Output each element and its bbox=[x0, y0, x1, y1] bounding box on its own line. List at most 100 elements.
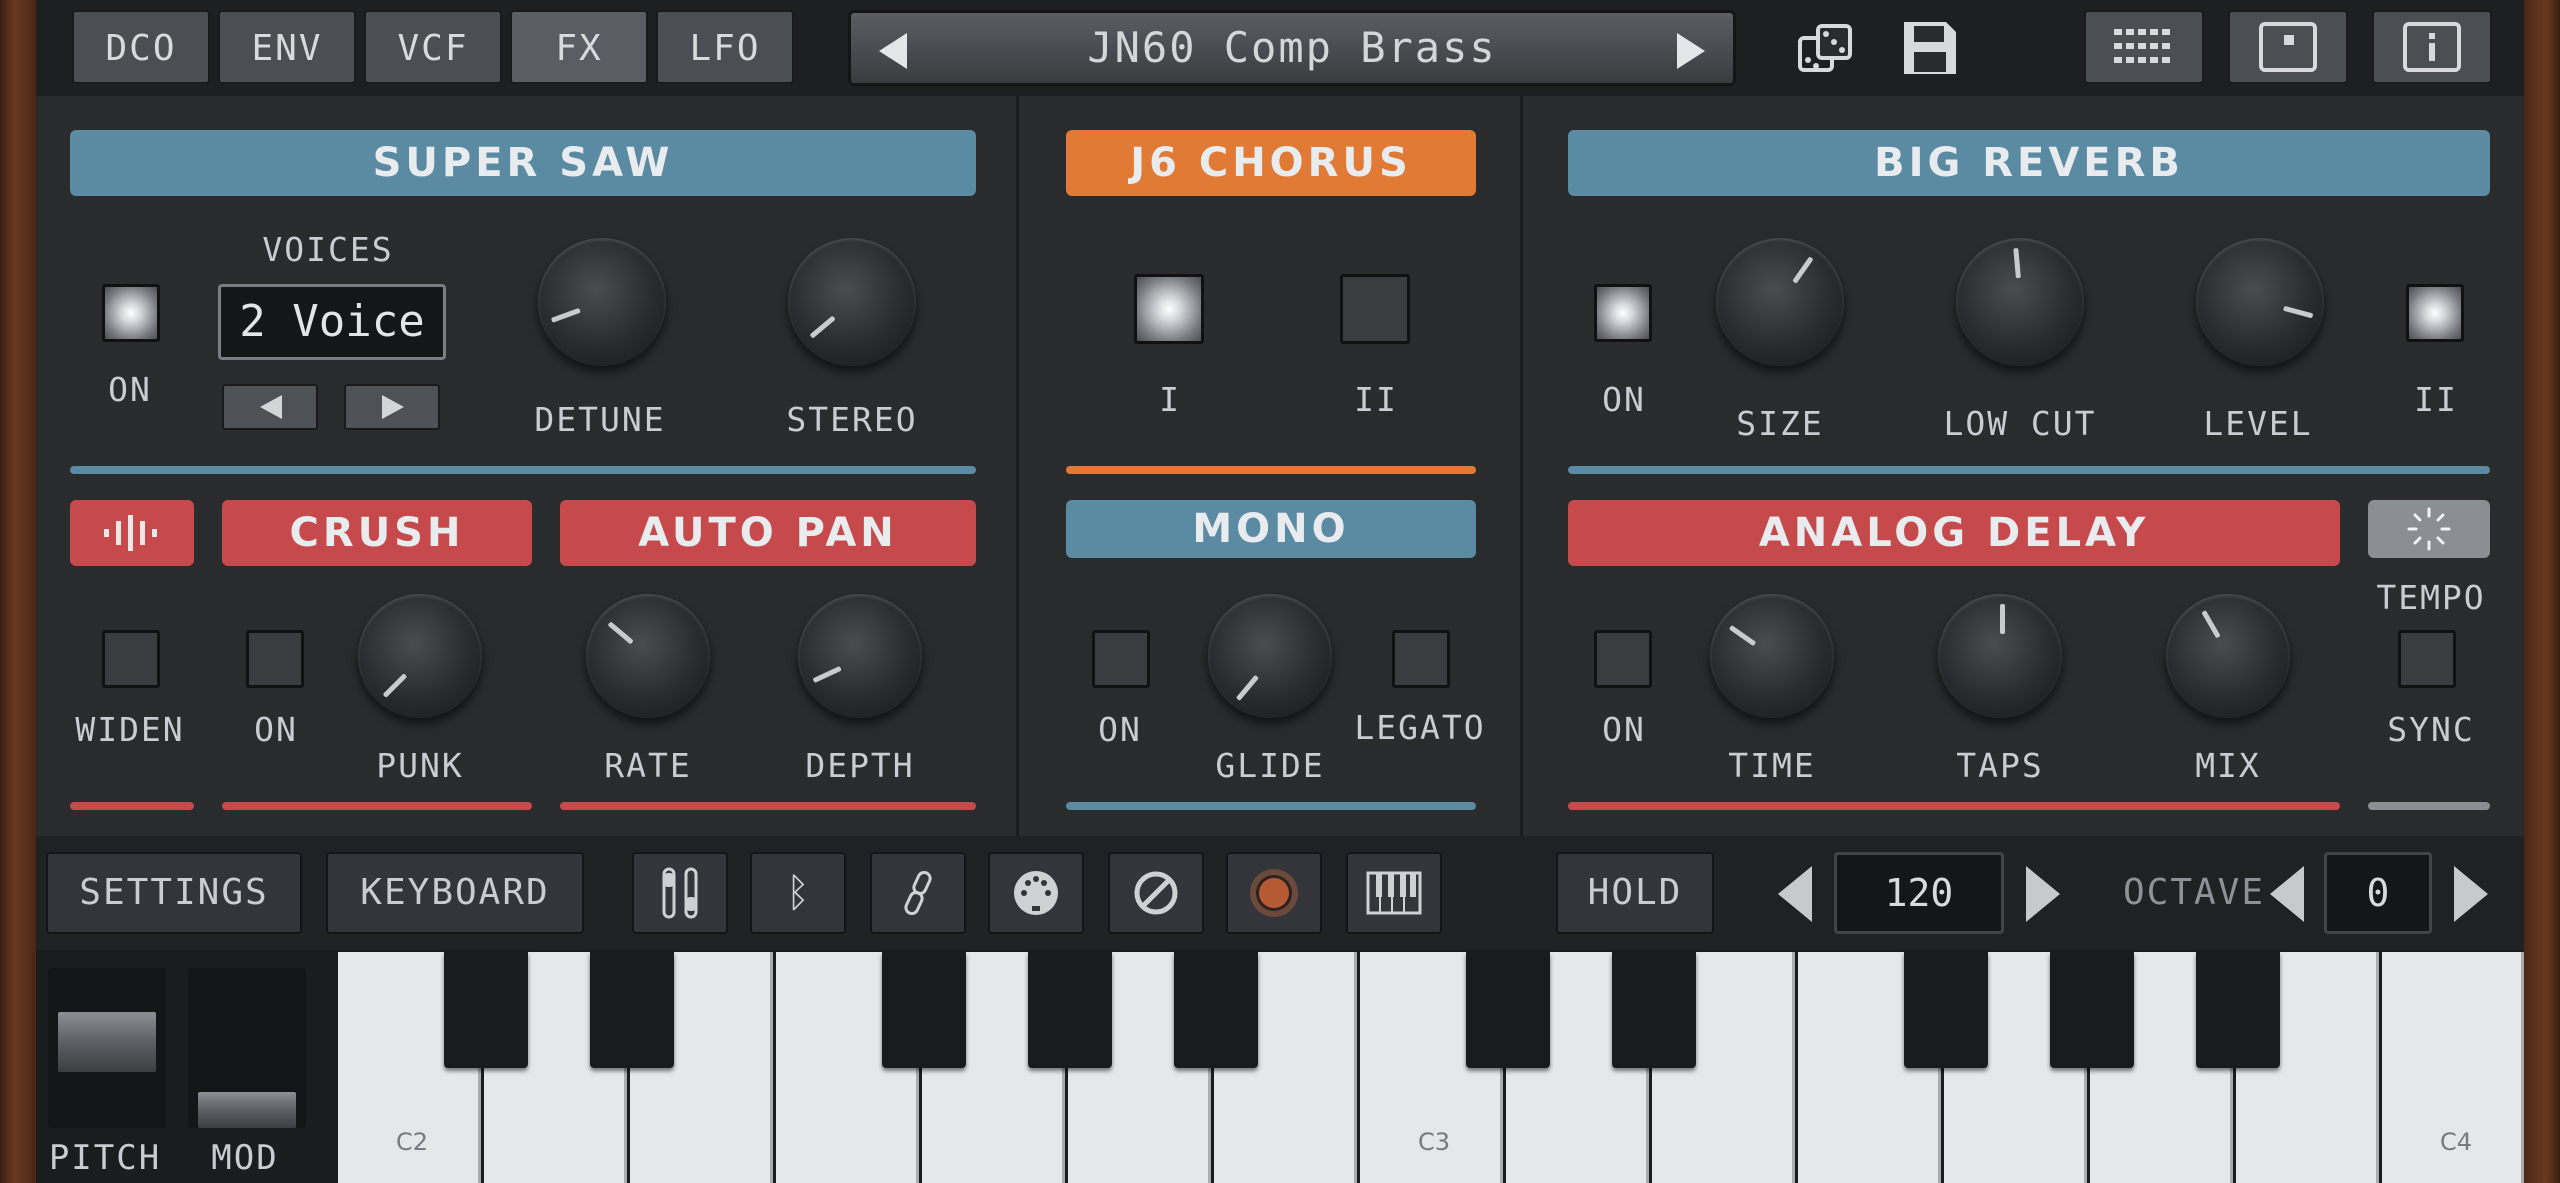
link-button[interactable] bbox=[870, 852, 966, 934]
info-icon bbox=[2403, 22, 2461, 72]
big-reverb-header[interactable]: BIG REVERB bbox=[1568, 130, 2490, 196]
mod-wheel[interactable] bbox=[198, 1092, 296, 1128]
preset-next-icon[interactable] bbox=[1677, 33, 1705, 69]
piano-key-black[interactable] bbox=[1904, 952, 1988, 1068]
sliders-button[interactable] bbox=[632, 852, 728, 934]
analog-delay-header[interactable]: ANALOG DELAY bbox=[1568, 500, 2340, 566]
widen-header-button[interactable] bbox=[70, 500, 194, 566]
punk-knob[interactable] bbox=[358, 594, 482, 718]
record-icon bbox=[1250, 869, 1298, 917]
crush-on-label: ON bbox=[254, 710, 298, 749]
low-cut-knob[interactable] bbox=[1956, 238, 2084, 366]
legato-switch[interactable] bbox=[1392, 630, 1450, 688]
piano-key-black[interactable] bbox=[2050, 952, 2134, 1068]
keyboard-button[interactable]: KEYBOARD bbox=[326, 852, 584, 934]
settings-button[interactable]: SETTINGS bbox=[46, 852, 302, 934]
reverb-ii-switch[interactable] bbox=[2406, 284, 2464, 342]
tab-fx[interactable]: FX bbox=[510, 10, 648, 84]
super-saw-header[interactable]: SUPER SAW bbox=[70, 130, 976, 196]
delay-on-label: ON bbox=[1602, 710, 1646, 749]
mono-on-switch[interactable] bbox=[1092, 630, 1150, 688]
depth-knob[interactable] bbox=[798, 594, 922, 718]
tab-lfo[interactable]: LFO bbox=[656, 10, 794, 84]
widen-switch[interactable] bbox=[102, 630, 160, 688]
j6-chorus-header[interactable]: J6 CHORUS bbox=[1066, 130, 1476, 196]
crush-header[interactable]: CRUSH bbox=[222, 500, 532, 566]
auto-pan-underline bbox=[560, 802, 976, 810]
tab-vcf[interactable]: VCF bbox=[364, 10, 502, 84]
sync-switch[interactable] bbox=[2398, 630, 2456, 688]
save-icon[interactable] bbox=[1900, 18, 1960, 78]
rate-knob[interactable] bbox=[586, 594, 710, 718]
octave-label: OCTAVE bbox=[2122, 872, 2266, 913]
size-label: SIZE bbox=[1736, 404, 1824, 443]
midi-button[interactable] bbox=[988, 852, 1084, 934]
auto-pan-header[interactable]: AUTO PAN bbox=[560, 500, 976, 566]
chorus-ii-label: II bbox=[1354, 380, 1398, 419]
stereo-knob[interactable] bbox=[788, 238, 916, 366]
bluetooth-button[interactable]: ᛒ bbox=[750, 852, 846, 934]
delay-on-switch[interactable] bbox=[1594, 630, 1652, 688]
piano-key-black[interactable] bbox=[1028, 952, 1112, 1068]
divider bbox=[1016, 96, 1019, 836]
tab-env[interactable]: ENV bbox=[218, 10, 356, 84]
piano-key-black[interactable] bbox=[1466, 952, 1550, 1068]
wood-side-left bbox=[0, 0, 36, 1183]
chorus-i-switch[interactable] bbox=[1134, 274, 1204, 344]
piano-key-black[interactable] bbox=[444, 952, 528, 1068]
detune-label: DETUNE bbox=[534, 400, 666, 439]
depth-label: DEPTH bbox=[805, 746, 915, 785]
pitch-label: PITCH bbox=[48, 1138, 162, 1178]
rate-label: RATE bbox=[604, 746, 692, 785]
window-button[interactable] bbox=[2228, 10, 2348, 84]
mono-header[interactable]: MONO bbox=[1066, 500, 1476, 558]
voices-prev-button[interactable] bbox=[222, 384, 318, 430]
preset-name[interactable]: JN60 Comp Brass bbox=[851, 13, 1733, 83]
tempo-down-icon[interactable] bbox=[1778, 866, 1812, 922]
level-knob[interactable] bbox=[2196, 238, 2324, 366]
mono-underline bbox=[1066, 802, 1476, 810]
tempo-up-icon[interactable] bbox=[2026, 866, 2060, 922]
piano-key-black[interactable] bbox=[2196, 952, 2280, 1068]
reverb-on-switch[interactable] bbox=[1594, 284, 1652, 342]
piano-button[interactable] bbox=[1346, 852, 1442, 934]
glide-knob[interactable] bbox=[1208, 594, 1332, 718]
glide-label: GLIDE bbox=[1215, 746, 1325, 785]
widen-label: WIDEN bbox=[75, 710, 185, 749]
mix-knob[interactable] bbox=[2166, 594, 2290, 718]
octave-down-icon[interactable] bbox=[2270, 866, 2304, 922]
voices-next-button[interactable] bbox=[344, 384, 440, 430]
taps-knob[interactable] bbox=[1938, 594, 2062, 718]
grid-view-button[interactable] bbox=[2084, 10, 2204, 84]
bluetooth-icon: ᛒ bbox=[786, 870, 810, 916]
dice-icon[interactable] bbox=[1796, 20, 1856, 80]
crush-on-switch[interactable] bbox=[246, 630, 304, 688]
size-knob[interactable] bbox=[1716, 238, 1844, 366]
piano-icon bbox=[1366, 871, 1422, 915]
octave-up-icon[interactable] bbox=[2454, 866, 2488, 922]
voices-display: 2 Voice bbox=[218, 284, 446, 360]
hold-button[interactable]: HOLD bbox=[1556, 852, 1714, 934]
info-button[interactable] bbox=[2372, 10, 2492, 84]
punk-label: PUNK bbox=[376, 746, 464, 785]
chorus-ii-switch[interactable] bbox=[1340, 274, 1410, 344]
preset-selector: JN60 Comp Brass bbox=[848, 10, 1736, 86]
tab-dco[interactable]: DCO bbox=[72, 10, 210, 84]
super-saw-on-switch[interactable] bbox=[102, 284, 160, 342]
divider bbox=[1520, 96, 1523, 836]
piano-key-black[interactable] bbox=[1174, 952, 1258, 1068]
tempo-sync-button[interactable] bbox=[2368, 500, 2490, 558]
detune-knob[interactable] bbox=[538, 238, 666, 366]
piano-key-black[interactable] bbox=[590, 952, 674, 1068]
piano-key-black[interactable] bbox=[882, 952, 966, 1068]
key-label-c4: C4 bbox=[2440, 1128, 2473, 1156]
taps-label: TAPS bbox=[1956, 746, 2044, 785]
chorus-i-label: I bbox=[1159, 380, 1181, 419]
piano-key-black[interactable] bbox=[1612, 952, 1696, 1068]
pitch-wheel[interactable] bbox=[58, 1012, 156, 1072]
time-knob[interactable] bbox=[1710, 594, 1834, 718]
wood-side-right bbox=[2524, 0, 2560, 1183]
waveform-icon bbox=[104, 515, 157, 551]
record-button[interactable] bbox=[1226, 852, 1322, 934]
disable-button[interactable] bbox=[1108, 852, 1204, 934]
